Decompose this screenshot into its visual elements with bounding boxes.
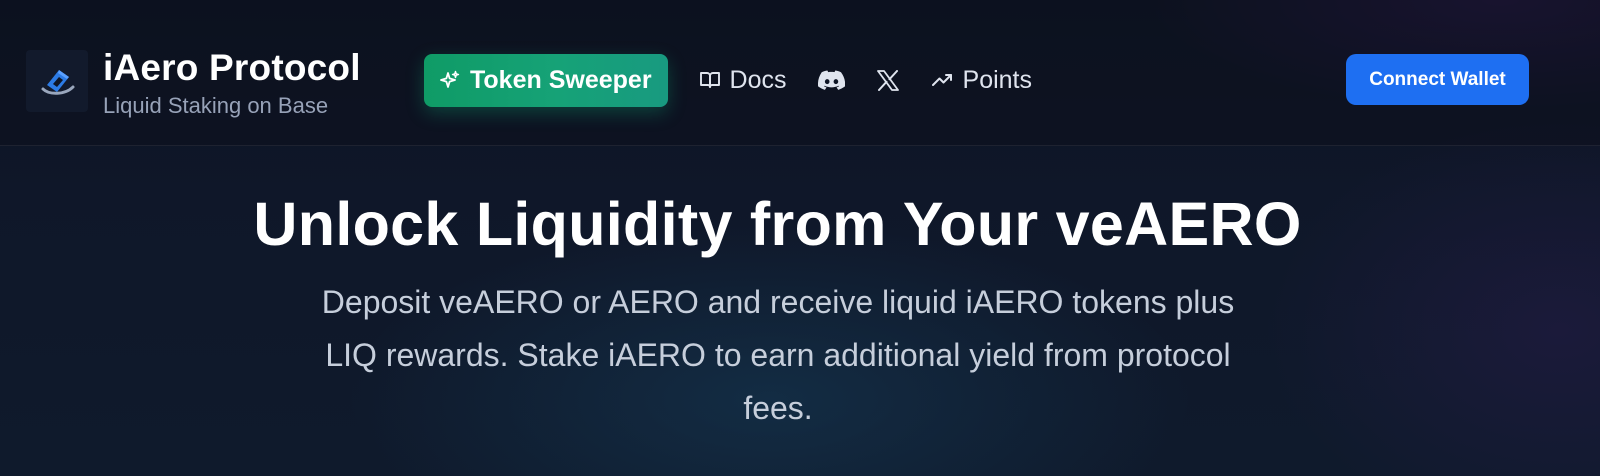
- nav-docs-label: Docs: [729, 65, 787, 94]
- connect-wallet-button[interactable]: Connect Wallet: [1346, 54, 1529, 105]
- brand[interactable]: iAero Protocol Liquid Staking on Base: [26, 47, 361, 120]
- top-navbar: iAero Protocol Liquid Staking on Base To…: [0, 0, 1600, 146]
- discord-icon: [817, 70, 845, 91]
- brand-subtitle: Liquid Staking on Base: [103, 93, 329, 118]
- iaero-logo-icon: [26, 50, 88, 112]
- x-icon: [876, 69, 899, 91]
- nav-docs-link[interactable]: Docs: [699, 66, 787, 95]
- book-icon: [699, 70, 721, 90]
- nav-points-link[interactable]: Points: [931, 65, 1032, 95]
- hero-title: Unlock Liquidity from Your veAERO: [253, 190, 1302, 258]
- token-sweeper-label: Token Sweeper: [470, 65, 652, 94]
- trending-up-icon: [931, 72, 954, 88]
- sparkles-icon: [440, 70, 460, 90]
- brand-title: iAero Protocol: [103, 47, 361, 88]
- nav-points-label: Points: [962, 65, 1032, 94]
- token-sweeper-button[interactable]: Token Sweeper: [424, 53, 668, 107]
- main-nav: Token Sweeper Docs Points: [424, 53, 1032, 107]
- nav-discord-link[interactable]: [817, 70, 845, 91]
- nav-x-link[interactable]: [876, 69, 899, 91]
- hero-description: Deposit veAERO or AERO and receive liqui…: [321, 284, 1235, 426]
